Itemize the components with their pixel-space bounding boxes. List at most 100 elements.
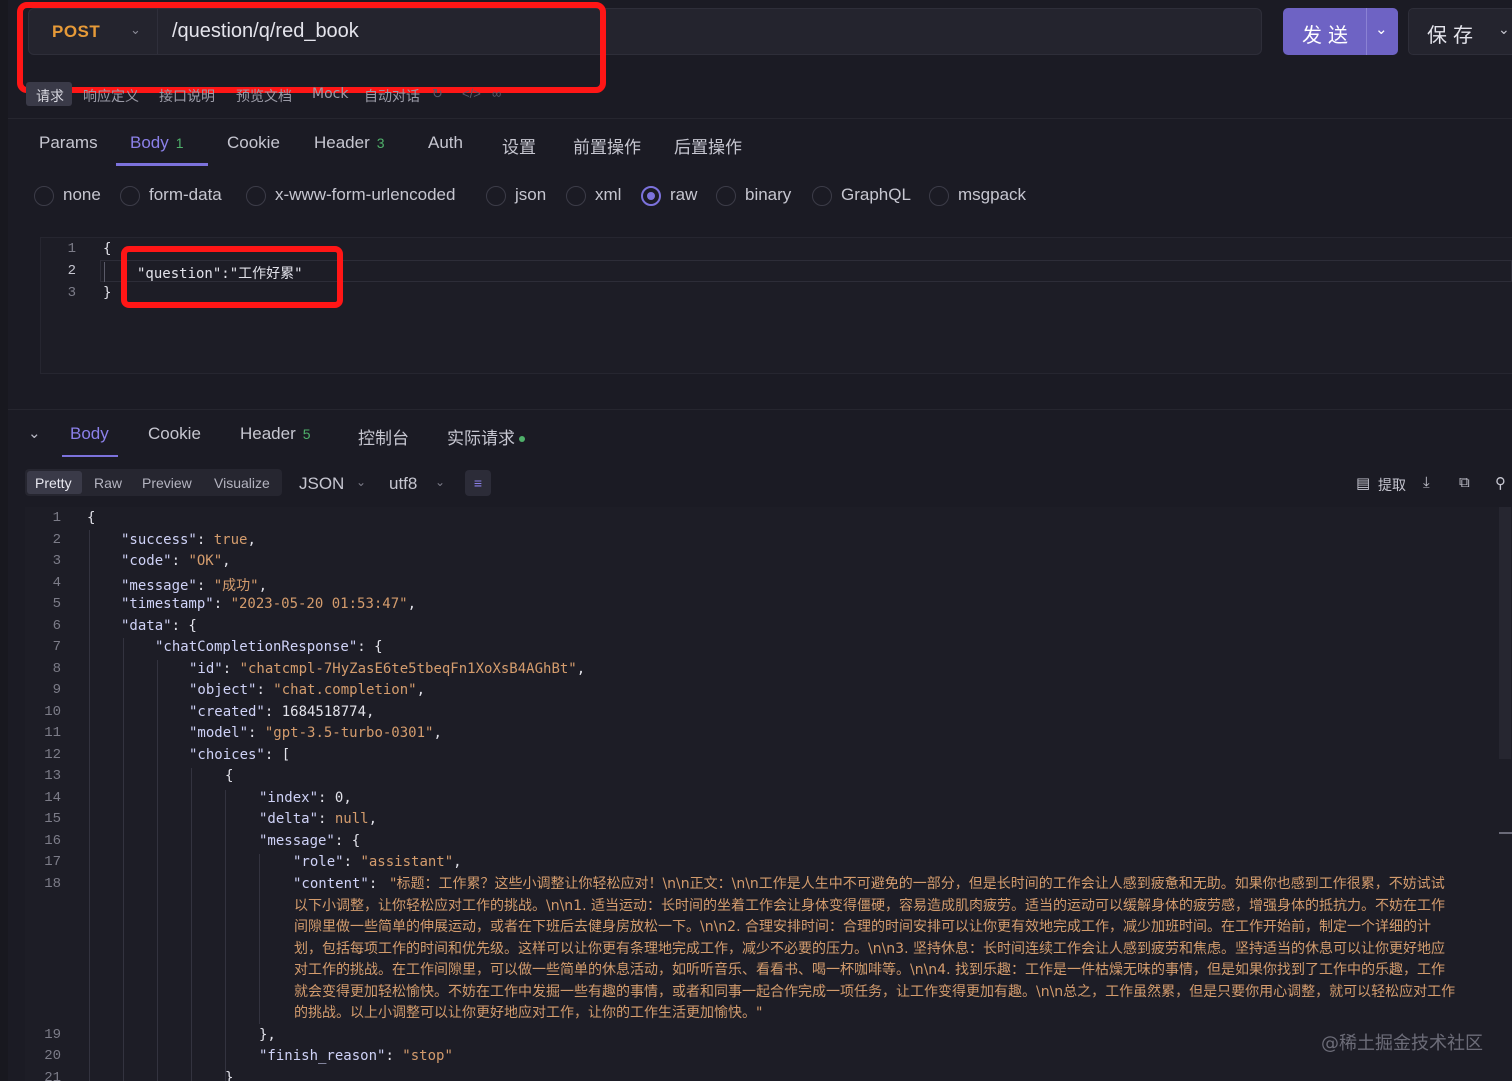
line-number: 6 xyxy=(52,618,61,634)
radio-label-json[interactable]: json xyxy=(515,185,546,205)
radio-label-binary[interactable]: binary xyxy=(745,185,791,205)
tab-post-script[interactable]: 后置操作 xyxy=(674,133,742,158)
save-button-label[interactable]: 保存 xyxy=(1427,19,1479,48)
chevron-down-icon[interactable]: ⌄ xyxy=(356,475,366,489)
link-icon[interactable]: ∞ xyxy=(492,86,501,101)
radio-urlencoded[interactable] xyxy=(246,186,266,206)
subtab-response-def[interactable]: 响应定义 xyxy=(83,86,139,106)
subtab-auto-dialog[interactable]: 自动对话 xyxy=(364,86,420,106)
tab-settings[interactable]: 设置 xyxy=(502,133,536,158)
code-icon[interactable]: </> xyxy=(462,86,481,101)
radio-label-graphql[interactable]: GraphQL xyxy=(841,185,911,205)
radio-xml[interactable] xyxy=(566,186,586,206)
line-number: 2 xyxy=(52,532,61,548)
json-value: null xyxy=(334,811,369,827)
radio-label-form-data[interactable]: form-data xyxy=(149,185,222,205)
chevron-down-icon[interactable]: ⌄ xyxy=(1375,20,1388,38)
indent-guide xyxy=(157,660,158,1081)
json-value: "chat.completion" xyxy=(273,682,417,698)
tab-label: Body xyxy=(70,424,109,443)
radio-label-xml[interactable]: xml xyxy=(595,185,621,205)
radio-label-urlencoded[interactable]: x-www-form-urlencoded xyxy=(275,185,455,205)
indent-guide xyxy=(104,262,105,282)
line-number: 2 xyxy=(67,263,76,279)
line-number: 13 xyxy=(44,768,61,784)
radio-label-msgpack[interactable]: msgpack xyxy=(958,185,1026,205)
json-line: "index": 0, xyxy=(259,790,352,806)
json-line: "choices": [ xyxy=(189,747,291,763)
json-line: "message": "成功", xyxy=(121,578,268,594)
line-number: 7 xyxy=(52,639,61,655)
content-line: 以下小调整，让你轻松应对工作的挑战。\n\n1. 适当运动：长时间的坐着工作会让… xyxy=(294,897,1445,914)
tab-cookie[interactable]: Cookie xyxy=(227,133,280,153)
tab-params[interactable]: Params xyxy=(39,133,98,153)
send-button-label[interactable]: 发送 xyxy=(1302,19,1354,48)
response-tab-cookie[interactable]: Cookie xyxy=(148,424,201,444)
subtab-mock[interactable]: Mock xyxy=(312,86,348,102)
subtab-api-doc[interactable]: 接口说明 xyxy=(159,86,215,106)
view-preview-button[interactable]: Preview xyxy=(142,475,192,491)
indent-guide xyxy=(259,854,260,1024)
line-number: 14 xyxy=(44,790,61,806)
line-number: 3 xyxy=(52,553,61,569)
divider xyxy=(1366,8,1367,55)
radio-label-none[interactable]: none xyxy=(63,185,101,205)
line-number: 18 xyxy=(44,876,61,892)
json-line: "chatCompletionResponse": { xyxy=(155,639,383,655)
chevron-down-icon[interactable]: ⌄ xyxy=(1498,21,1510,38)
radio-none[interactable] xyxy=(34,186,54,206)
scrollbar-thumb[interactable] xyxy=(1499,507,1511,759)
tab-header[interactable]: Header 3 xyxy=(314,133,385,153)
tab-label: Header xyxy=(314,133,370,152)
wrap-lines-icon[interactable]: ≡ xyxy=(465,470,491,496)
response-tab-console[interactable]: 控制台 xyxy=(358,424,409,449)
extract-button[interactable]: 提取 xyxy=(1378,475,1406,495)
json-line: "id": "chatcmpl-7HyZasE6te5tbeqFn1XoXsB4… xyxy=(189,661,586,677)
json-value: "chatcmpl-7HyZasE6te5tbeqFn1XoXsB4AGhBt" xyxy=(239,661,577,677)
view-visualize-button[interactable]: Visualize xyxy=(214,475,270,491)
highlight-box-url xyxy=(17,2,606,93)
encoding-select[interactable]: utf8 xyxy=(389,474,417,494)
tab-body[interactable]: Body 1 xyxy=(130,133,184,153)
radio-graphql[interactable] xyxy=(812,186,832,206)
json-line: "created": 1684518774, xyxy=(189,704,375,720)
response-tab-actual-request[interactable]: 实际请求 xyxy=(447,424,525,449)
view-raw-button[interactable]: Raw xyxy=(94,475,122,491)
tab-auth[interactable]: Auth xyxy=(428,133,463,153)
response-tab-header[interactable]: Header 5 xyxy=(240,424,311,444)
line-number: 10 xyxy=(44,704,61,720)
radio-binary[interactable] xyxy=(716,186,736,206)
view-pretty-button[interactable]: Pretty xyxy=(35,475,72,491)
line-number: 5 xyxy=(52,596,61,612)
json-line: "code": "OK", xyxy=(121,553,231,569)
tab-label: Auth xyxy=(428,133,463,152)
radio-msgpack[interactable] xyxy=(929,186,949,206)
chevron-down-icon[interactable]: ⌄ xyxy=(435,475,445,489)
refresh-icon[interactable]: ↻ xyxy=(432,86,443,102)
search-icon[interactable]: ⚲ xyxy=(1495,474,1506,492)
json-line: "data": { xyxy=(121,618,197,634)
radio-raw[interactable] xyxy=(641,186,661,206)
code-line: } xyxy=(103,285,112,301)
radio-form-data[interactable] xyxy=(120,186,140,206)
subtab-request[interactable]: 请求 xyxy=(36,86,64,106)
tab-badge: 1 xyxy=(175,135,184,151)
radio-label-raw[interactable]: raw xyxy=(670,185,697,205)
line-number: 16 xyxy=(44,833,61,849)
copy-icon[interactable]: ⧉ xyxy=(1459,474,1470,491)
tab-label: Body xyxy=(130,133,169,152)
content-line: 划，包括每项工作的时间和优先级。这样可以让你更有条理地完成工作，减少不必要的压力… xyxy=(294,940,1445,957)
download-icon[interactable]: ⤓ xyxy=(1423,474,1430,491)
response-tab-body[interactable]: Body xyxy=(70,424,109,444)
radio-json[interactable] xyxy=(486,186,506,206)
extract-icon[interactable]: ▤ xyxy=(1356,474,1370,492)
json-value: "成功" xyxy=(213,578,259,594)
collapse-chevron-icon[interactable]: ⌄ xyxy=(28,424,41,442)
tab-pre-script[interactable]: 前置操作 xyxy=(573,133,641,158)
format-select[interactable]: JSON xyxy=(299,474,344,494)
line-number: 1 xyxy=(52,510,61,526)
json-line: "model": "gpt-3.5-turbo-0301", xyxy=(189,725,442,741)
active-tab-indicator xyxy=(62,455,118,457)
subtab-preview-doc[interactable]: 预览文档 xyxy=(236,86,292,106)
tab-badge: 3 xyxy=(376,135,385,151)
